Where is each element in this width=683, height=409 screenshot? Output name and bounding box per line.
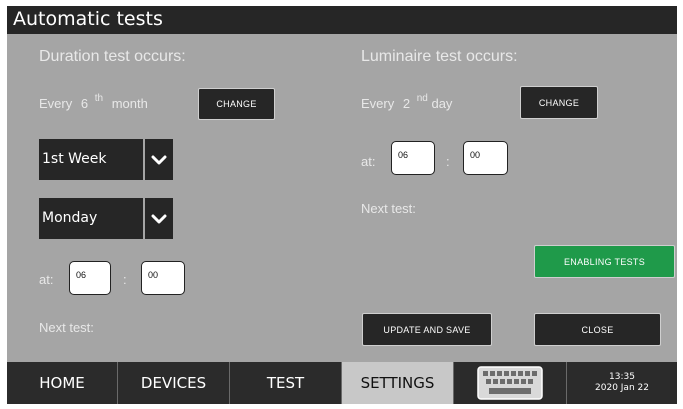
duration-interval: Every 6 th month [39,93,148,111]
duration-every-unit: month [111,96,148,111]
luminaire-every-label: Every [361,96,395,111]
duration-heading: Duration test occurs: [39,48,186,65]
luminaire-interval: Every 2 nd day [361,93,453,111]
chevron-down-icon[interactable] [145,139,173,180]
luminaire-every-suffix: nd [416,93,428,104]
luminaire-hour-field[interactable]: 06 [391,141,435,175]
chevron-down-icon[interactable] [145,198,173,239]
duration-change-button[interactable]: CHANGE [198,88,275,120]
luminaire-every-unit: day [431,96,453,111]
clock-date: 2020 Jan 22 [595,383,649,393]
luminaire-time-separator: : [446,154,450,169]
duration-at-label: at: [39,272,54,287]
duration-every-label: Every [39,96,73,111]
day-select-value: Monday [39,198,143,239]
luminaire-heading: Luminaire test occurs: [361,48,518,65]
luminaire-change-button[interactable]: CHANGE [520,86,598,119]
enabling-tests-button[interactable]: ENABLING TESTS [534,245,675,278]
clock: 13:35 2020 Jan 22 [567,362,677,404]
close-button[interactable]: CLOSE [534,313,661,346]
window-title: Automatic tests [13,8,163,30]
duration-next-test-label: Next test: [39,320,94,335]
update-and-save-button[interactable]: UPDATE AND SAVE [362,313,492,346]
duration-time-separator: : [123,272,127,287]
week-select[interactable]: 1st Week [39,139,173,180]
duration-every-suffix: th [94,93,104,104]
luminaire-minute-field[interactable]: 00 [463,141,508,175]
week-select-value: 1st Week [39,139,143,180]
tab-devices[interactable]: DEVICES [118,362,230,404]
automatic-tests-screen: Automatic tests Duration test occurs: Ev… [7,6,677,404]
luminaire-at-label: at: [361,154,376,169]
luminaire-next-test-label: Next test: [361,201,416,216]
title-bar: Automatic tests [7,6,677,34]
tab-home[interactable]: HOME [7,362,118,404]
bottom-navbar: HOME DEVICES TEST SETTINGS 13:35 2020 Ja… [7,362,677,404]
day-select[interactable]: Monday [39,198,173,239]
duration-minute-field[interactable]: 00 [141,261,185,295]
keyboard-icon [477,366,543,400]
duration-every-value: 6 [80,96,89,111]
tab-settings[interactable]: SETTINGS [342,362,454,404]
keyboard-button[interactable] [454,362,567,404]
clock-time: 13:35 [609,372,635,382]
duration-hour-field[interactable]: 06 [69,261,111,295]
luminaire-every-value: 2 [402,96,411,111]
tab-test[interactable]: TEST [230,362,342,404]
